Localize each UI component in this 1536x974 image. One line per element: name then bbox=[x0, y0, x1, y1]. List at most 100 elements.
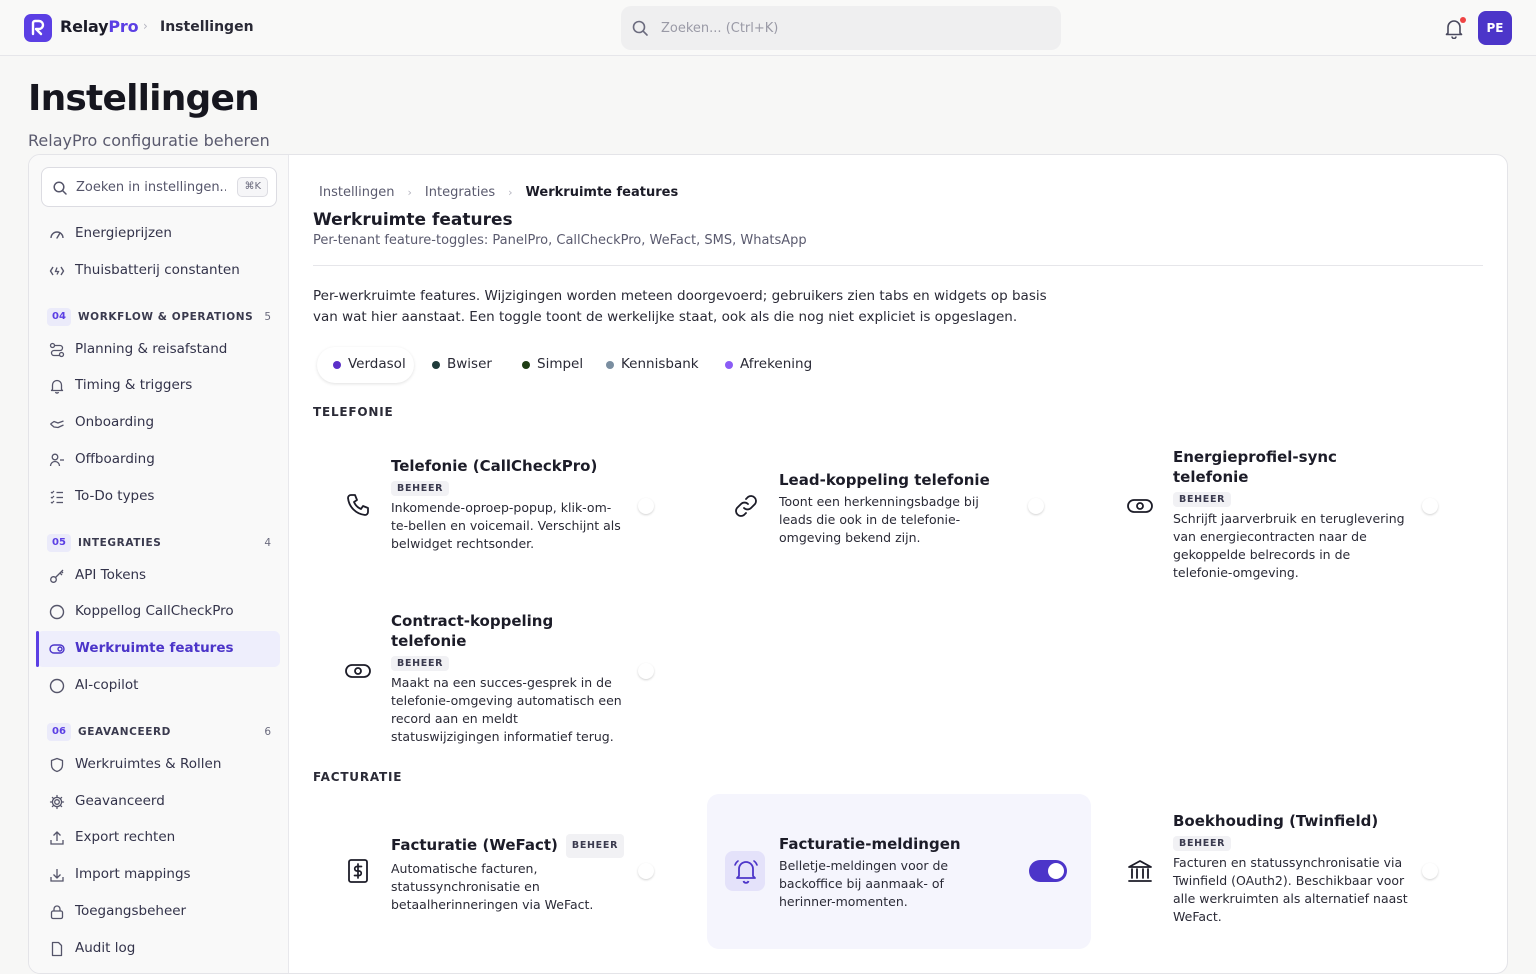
beheer-badge: BEHEER bbox=[1173, 492, 1232, 507]
sidebar-group-integraties: 05 INTEGRATIES 4 bbox=[47, 534, 271, 552]
user-avatar[interactable]: PE bbox=[1478, 11, 1512, 45]
circle-icon bbox=[49, 678, 65, 694]
sidebar-item-label: To-Do types bbox=[75, 488, 155, 504]
sidebar-item-audit-log[interactable]: Audit log bbox=[37, 931, 280, 967]
toggle-knob bbox=[1048, 863, 1064, 879]
sidebar-item-werkruimte-features[interactable]: Werkruimte features bbox=[36, 631, 280, 667]
hand-icon bbox=[50, 420, 64, 429]
feature-toggle-lead-koppeling[interactable] bbox=[1025, 495, 1063, 517]
beheer-badge: BEHEER bbox=[565, 834, 625, 858]
feature-description: Automatische facturen, statussynchronisa… bbox=[391, 861, 594, 912]
gauge-icon bbox=[50, 231, 64, 239]
sidebar-item-label: Export rechten bbox=[75, 829, 176, 845]
sidebar-item-thuisbatterij[interactable]: Thuisbatterij constanten bbox=[37, 253, 280, 289]
feature-toggle-callcheckpro[interactable] bbox=[635, 495, 673, 517]
group-number: 04 bbox=[47, 308, 71, 326]
feature-toggle-twinfield[interactable] bbox=[1419, 860, 1457, 882]
notification-dot bbox=[1460, 17, 1466, 23]
feature-toggle-wefact[interactable] bbox=[635, 860, 673, 882]
file-icon bbox=[51, 941, 63, 957]
workspace-pill-verdasol[interactable]: Verdasol bbox=[317, 347, 414, 383]
download-icon bbox=[50, 869, 64, 882]
shortcut-hint: ⌘K bbox=[237, 177, 268, 197]
divider bbox=[313, 265, 1483, 266]
workspace-pill-afrekening[interactable]: Afrekening bbox=[709, 347, 825, 383]
sidebar-item-planning[interactable]: Planning & reisafstand bbox=[37, 332, 280, 368]
group-label: WORKFLOW & OPERATIONS bbox=[78, 311, 254, 323]
beheer-badge: BEHEER bbox=[391, 481, 450, 496]
workspace-pill-kennisbank[interactable]: Kennisbank bbox=[590, 347, 703, 383]
toggle-knob bbox=[638, 498, 654, 514]
relaypro-logo-icon[interactable] bbox=[24, 14, 52, 42]
breadcrumb: Instellingen › Integraties › Werkruimte feat… bbox=[319, 185, 678, 200]
feature-title: Telefonie (CallCheckPro) bbox=[391, 457, 598, 475]
feature-card-contract-koppeling: Contract-koppeling telefonie BEHEER Maak… bbox=[319, 594, 703, 749]
sidebar-item-koppellog[interactable]: Koppellog CallCheckPro bbox=[37, 594, 280, 630]
settings-sidebar: ⌘K Energieprijzen Thuisbatterij constant… bbox=[29, 155, 289, 973]
toggle-knob bbox=[1422, 498, 1438, 514]
user-minus-icon bbox=[49, 453, 64, 467]
feature-body: Facturatie (WeFact) BEHEER Automatische f… bbox=[391, 834, 641, 914]
dollar-icon bbox=[348, 859, 368, 883]
sidebar-item-geavanceerd[interactable]: Geavanceerd bbox=[37, 784, 280, 820]
link-icon bbox=[735, 495, 757, 517]
workspace-color-dot bbox=[522, 361, 530, 369]
sidebar-item-timing[interactable]: Timing & triggers bbox=[37, 368, 280, 404]
settings-search[interactable]: ⌘K bbox=[41, 167, 277, 207]
chevron-right-icon: › bbox=[508, 186, 513, 199]
sidebar-item-offboarding[interactable]: Offboarding bbox=[37, 442, 280, 478]
feature-card-facturatie-meldingen: Facturatie-meldingen Belletje-meldingen … bbox=[707, 794, 1091, 949]
section-subtitle: Per-tenant feature-toggles: PanelPro, Ca… bbox=[313, 233, 807, 248]
sidebar-group-workflow: 04 WORKFLOW & OPERATIONS 5 bbox=[47, 308, 271, 326]
workspace-pill-simpel[interactable]: Simpel bbox=[506, 347, 591, 383]
settings-search-input[interactable] bbox=[76, 178, 226, 196]
feature-title: Boekhouding (Twinfield) bbox=[1173, 812, 1379, 830]
workspace-pill-bwiser[interactable]: Bwiser bbox=[416, 347, 504, 383]
sidebar-item-label: Geavanceerd bbox=[75, 793, 165, 809]
sidebar-item-label: AI-copilot bbox=[75, 677, 139, 693]
workspace-color-dot bbox=[333, 361, 341, 369]
global-search[interactable] bbox=[621, 6, 1061, 50]
breadcrumb-item[interactable]: Instellingen bbox=[319, 185, 395, 200]
group-count: 6 bbox=[264, 726, 271, 738]
feature-card-twinfield: Boekhouding (Twinfield) BEHEER Facturen … bbox=[1101, 794, 1485, 949]
workspace-label: Afrekening bbox=[740, 356, 813, 372]
sidebar-item-todo-types[interactable]: To-Do types bbox=[37, 479, 280, 515]
sidebar-item-werkruimtes-rollen[interactable]: Werkruimtes & Rollen bbox=[37, 747, 280, 783]
workspace-label: Verdasol bbox=[348, 356, 406, 372]
sidebar-item-energieprijzen[interactable]: Energieprijzen bbox=[37, 216, 280, 252]
beheer-badge: BEHEER bbox=[391, 656, 450, 671]
workspace-color-dot bbox=[432, 361, 440, 369]
group-count: 4 bbox=[264, 537, 271, 549]
search-icon bbox=[53, 181, 67, 195]
brand-name[interactable]: RelayPro bbox=[60, 17, 139, 36]
sidebar-item-export-rechten[interactable]: Export rechten bbox=[37, 820, 280, 856]
feature-toggle-energieprofiel[interactable] bbox=[1419, 495, 1457, 517]
breadcrumb-item[interactable]: Integraties bbox=[425, 185, 495, 200]
chevron-right-icon: › bbox=[143, 19, 148, 33]
lock-icon bbox=[50, 905, 64, 920]
sidebar-item-api-tokens[interactable]: API Tokens bbox=[37, 558, 280, 594]
feature-card-energieprofiel: Energieprofiel-sync telefonie BEHEER Sch… bbox=[1101, 429, 1485, 584]
sidebar-item-toegangsbeheer[interactable]: Toegangsbeheer bbox=[37, 894, 280, 930]
sidebar-group-geavanceerd: 06 GEAVANCEERD 6 bbox=[47, 723, 271, 741]
group-count: 5 bbox=[264, 311, 271, 323]
feature-toggle-facturatie-meldingen[interactable] bbox=[1029, 860, 1067, 882]
page-title: Instellingen bbox=[28, 78, 260, 119]
toggle-knob bbox=[638, 863, 654, 879]
bell-icon bbox=[50, 379, 64, 394]
sidebar-item-ai-copilot[interactable]: AI-copilot bbox=[37, 668, 280, 704]
sidebar-item-import-mappings[interactable]: Import mappings bbox=[37, 857, 280, 893]
sidebar-item-onboarding[interactable]: Onboarding bbox=[37, 405, 280, 441]
category-heading-telefonie: TELEFONIE bbox=[313, 405, 394, 419]
feature-body: Boekhouding (Twinfield) BEHEER Facturen … bbox=[1173, 811, 1409, 926]
global-search-input[interactable] bbox=[661, 18, 1041, 38]
shield-icon bbox=[50, 757, 64, 773]
list-icon bbox=[50, 490, 63, 504]
page-subtitle: RelayPro configuratie beheren bbox=[28, 131, 270, 150]
feature-card-lead-koppeling: Lead-koppeling telefonie Toont een herke… bbox=[707, 429, 1091, 584]
feature-body: Contract-koppeling telefonie BEHEER Maak… bbox=[391, 611, 627, 746]
feature-toggle-contract-koppeling[interactable] bbox=[635, 660, 673, 682]
workspace-label: Kennisbank bbox=[621, 356, 699, 372]
feature-body: Lead-koppeling telefonie Toont een herke… bbox=[779, 470, 1015, 547]
